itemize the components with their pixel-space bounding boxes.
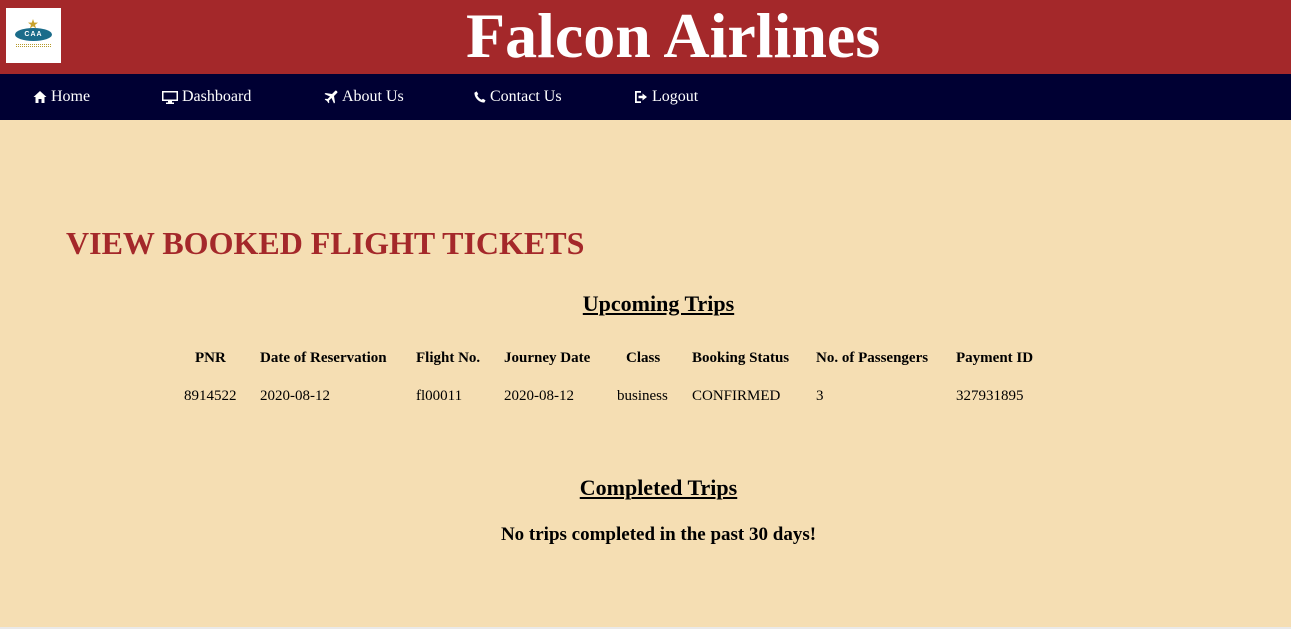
nav-logout-label: Logout (652, 88, 699, 105)
nav-dashboard-label: Dashboard (182, 88, 252, 105)
nav-about[interactable]: About Us (324, 74, 404, 120)
nav-home-label: Home (51, 88, 91, 105)
home-icon (33, 91, 47, 103)
cell-reservation-date: 2020-08-12 (260, 388, 330, 404)
upcoming-trips-heading: Upcoming Trips (582, 291, 735, 316)
cell-class: business (617, 388, 668, 404)
nav-home[interactable]: Home (33, 74, 90, 120)
column-header-pnr: PNR (195, 350, 226, 366)
nav-logout[interactable]: Logout (634, 74, 698, 120)
plane-icon (324, 90, 338, 104)
column-header-flight-no: Flight No. (416, 350, 481, 366)
site-header: CAA Falcon Airlines (0, 0, 1291, 74)
main-nav: Home Dashboard About Us Contact Us Logou… (0, 74, 1291, 120)
column-header-reservation-date: Date of Reservation (260, 350, 387, 366)
cell-payment-id: 327931895 (956, 388, 1024, 404)
column-header-journey-date: Journey Date (504, 350, 591, 366)
airline-logo[interactable]: CAA (6, 8, 61, 63)
logo-badge: CAA (15, 28, 52, 41)
nav-contact[interactable]: Contact Us (474, 74, 562, 120)
cell-flight-no: fl00011 (416, 388, 463, 404)
monitor-icon (162, 91, 178, 104)
phone-icon (474, 91, 486, 103)
cell-booking-status: CONFIRMED (692, 388, 781, 404)
column-header-passengers: No. of Passengers (816, 350, 929, 366)
column-header-booking-status: Booking Status (692, 350, 790, 366)
page-title: VIEW BOOKED FLIGHT TICKETS (66, 225, 585, 261)
cell-journey-date: 2020-08-12 (504, 388, 574, 404)
nav-contact-label: Contact Us (490, 88, 562, 105)
logo-underline (16, 44, 51, 47)
cell-pnr: 8914522 (184, 388, 237, 404)
nav-about-label: About Us (342, 88, 404, 105)
column-header-class: Class (626, 350, 661, 366)
completed-trips-heading: Completed Trips (579, 475, 738, 500)
nav-dashboard[interactable]: Dashboard (162, 74, 251, 120)
logout-icon (635, 91, 647, 103)
no-completed-trips-message: No trips completed in the past 30 days! (500, 524, 817, 545)
site-title: Falcon Airlines (466, 0, 881, 71)
column-header-payment-id: Payment ID (956, 350, 1034, 366)
cell-passengers: 3 (816, 388, 824, 404)
